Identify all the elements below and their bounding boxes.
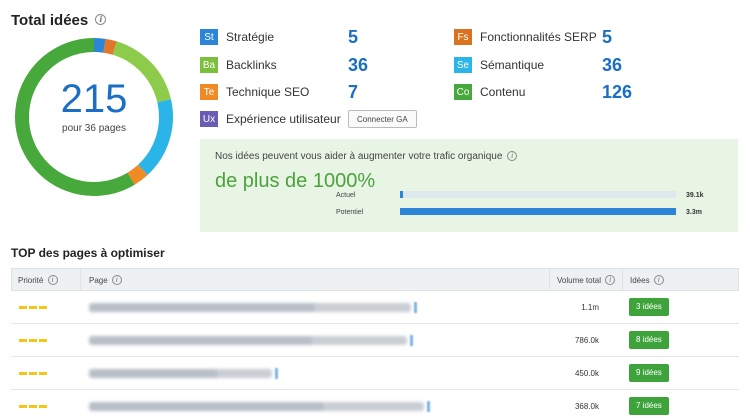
table-row: 1.1m 3 idées <box>11 291 739 324</box>
growth-text: Nos idées peuvent vous aider à augmenter… <box>215 151 503 162</box>
info-icon[interactable]: i <box>507 151 518 162</box>
fonctionnalites-serp-count[interactable]: 5 <box>602 27 612 48</box>
donut-segment-technique-seo <box>127 164 148 185</box>
total-ideas-title: Total idées i <box>11 12 107 29</box>
table-row: 786.0k 8 idées <box>11 324 739 357</box>
volume-value: 1.1m <box>581 303 599 312</box>
priority-header-label: Priorité <box>18 276 44 285</box>
priority-indicator <box>19 339 47 342</box>
column-divider <box>549 269 550 290</box>
page-header-label: Page <box>89 276 108 285</box>
info-icon[interactable]: i <box>111 274 122 285</box>
experience-utilisateur-label: Expérience utilisateur <box>226 112 341 126</box>
growth-percentage: de plus de 1000% <box>215 170 376 192</box>
page-url-end <box>427 401 430 412</box>
technique-seo-label: Technique SEO <box>226 85 310 99</box>
potentiel-bar-fill <box>400 208 676 215</box>
total-ideas-label: Total idées <box>11 12 89 29</box>
strategie-label: Stratégie <box>226 30 275 44</box>
priority-header[interactable]: Priorité i <box>18 274 58 285</box>
top-pages-title: TOP des pages à optimiser <box>11 246 165 260</box>
category-backlinks[interactable]: Ba Backlinks <box>200 56 277 74</box>
page-url-end <box>275 368 278 379</box>
contenu-count[interactable]: 126 <box>602 82 632 103</box>
category-semantique[interactable]: Se Sémantique <box>454 56 544 74</box>
page-url-end <box>410 335 413 346</box>
category-strategie[interactable]: St Stratégie <box>200 28 274 46</box>
technique-seo-badge: Te <box>200 84 218 100</box>
strategie-badge: St <box>200 29 218 45</box>
experience-utilisateur-badge: Ux <box>200 111 218 127</box>
technique-seo-count[interactable]: 7 <box>348 82 358 103</box>
total-ideas-count: 215 <box>60 77 128 121</box>
ideas-donut-chart: 215 pour 36 pages <box>14 37 174 197</box>
page-url-link[interactable] <box>89 402 424 411</box>
backlinks-badge: Ba <box>200 57 218 73</box>
backlinks-label: Backlinks <box>226 58 277 72</box>
info-icon[interactable]: i <box>95 14 107 26</box>
ideas-button[interactable]: 9 idées <box>629 364 669 382</box>
volume-value: 786.0k <box>574 336 599 345</box>
volume-header[interactable]: Volume total i <box>557 274 616 285</box>
actuel-label: Actuel <box>336 192 356 199</box>
actuel-value: 39.1k <box>686 192 704 199</box>
ideas-button[interactable]: 3 idées <box>629 298 669 316</box>
page-url-link[interactable] <box>89 369 272 378</box>
info-icon[interactable]: i <box>605 274 616 285</box>
donut-center: 215 pour 36 pages <box>14 77 174 134</box>
priority-indicator <box>19 372 47 375</box>
backlinks-count[interactable]: 36 <box>348 55 368 76</box>
fonctionnalites-serp-label: Fonctionnalités SERP <box>480 30 597 44</box>
page-url-link[interactable] <box>89 303 411 312</box>
contenu-label: Contenu <box>480 85 526 99</box>
table-row: 450.0k 9 idées <box>11 357 739 390</box>
table-row: 368.0k 7 idées <box>11 390 739 418</box>
volume-value: 368.0k <box>574 402 599 411</box>
ideas-header[interactable]: Idées i <box>630 274 664 285</box>
potentiel-label: Potentiel <box>336 209 364 216</box>
page-header[interactable]: Page i <box>89 274 122 285</box>
donut-segment-fonctionnalites-serp <box>103 38 117 55</box>
info-icon[interactable]: i <box>653 274 664 285</box>
column-divider <box>80 269 81 290</box>
ideas-header-label: Idées <box>630 276 650 285</box>
volume-header-label: Volume total <box>557 276 602 285</box>
priority-indicator <box>19 306 47 309</box>
table-header: Priorité i Page i Volume total i Idées i <box>11 268 739 291</box>
strategie-count[interactable]: 5 <box>348 27 358 48</box>
info-icon[interactable]: i <box>47 274 58 285</box>
top-pages-table: Priorité i Page i Volume total i Idées i… <box>11 268 739 418</box>
contenu-badge: Co <box>454 84 472 100</box>
actuel-bar-track <box>400 191 676 198</box>
page-url-end <box>414 302 417 313</box>
volume-value: 450.0k <box>574 369 599 378</box>
category-experience-utilisateur: Ux Expérience utilisateur <box>200 110 341 128</box>
category-contenu[interactable]: Co Contenu <box>454 83 525 101</box>
ideas-button[interactable]: 8 idées <box>629 331 669 349</box>
potentiel-value: 3.3m <box>686 209 702 216</box>
actuel-bar-fill <box>400 191 404 198</box>
page-url-link[interactable] <box>89 336 407 345</box>
category-technique-seo[interactable]: Te Technique SEO <box>200 83 309 101</box>
traffic-growth-panel: Nos idées peuvent vous aider à augmenter… <box>200 139 738 232</box>
semantique-count[interactable]: 36 <box>602 55 622 76</box>
growth-description: Nos idées peuvent vous aider à augmenter… <box>215 151 518 162</box>
ideas-button[interactable]: 7 idées <box>629 397 669 415</box>
pages-count-label: pour 36 pages <box>62 123 126 134</box>
category-fonctionnalites-serp[interactable]: Fs Fonctionnalités SERP <box>454 28 597 46</box>
connect-ga-button[interactable]: Connecter GA <box>348 110 417 128</box>
semantique-badge: Se <box>454 57 472 73</box>
donut-segment-strategie <box>93 38 106 53</box>
semantique-label: Sémantique <box>480 58 545 72</box>
priority-indicator <box>19 405 47 408</box>
fonctionnalites-serp-badge: Fs <box>454 29 472 45</box>
column-divider <box>622 269 623 290</box>
potentiel-bar-track <box>400 208 676 215</box>
